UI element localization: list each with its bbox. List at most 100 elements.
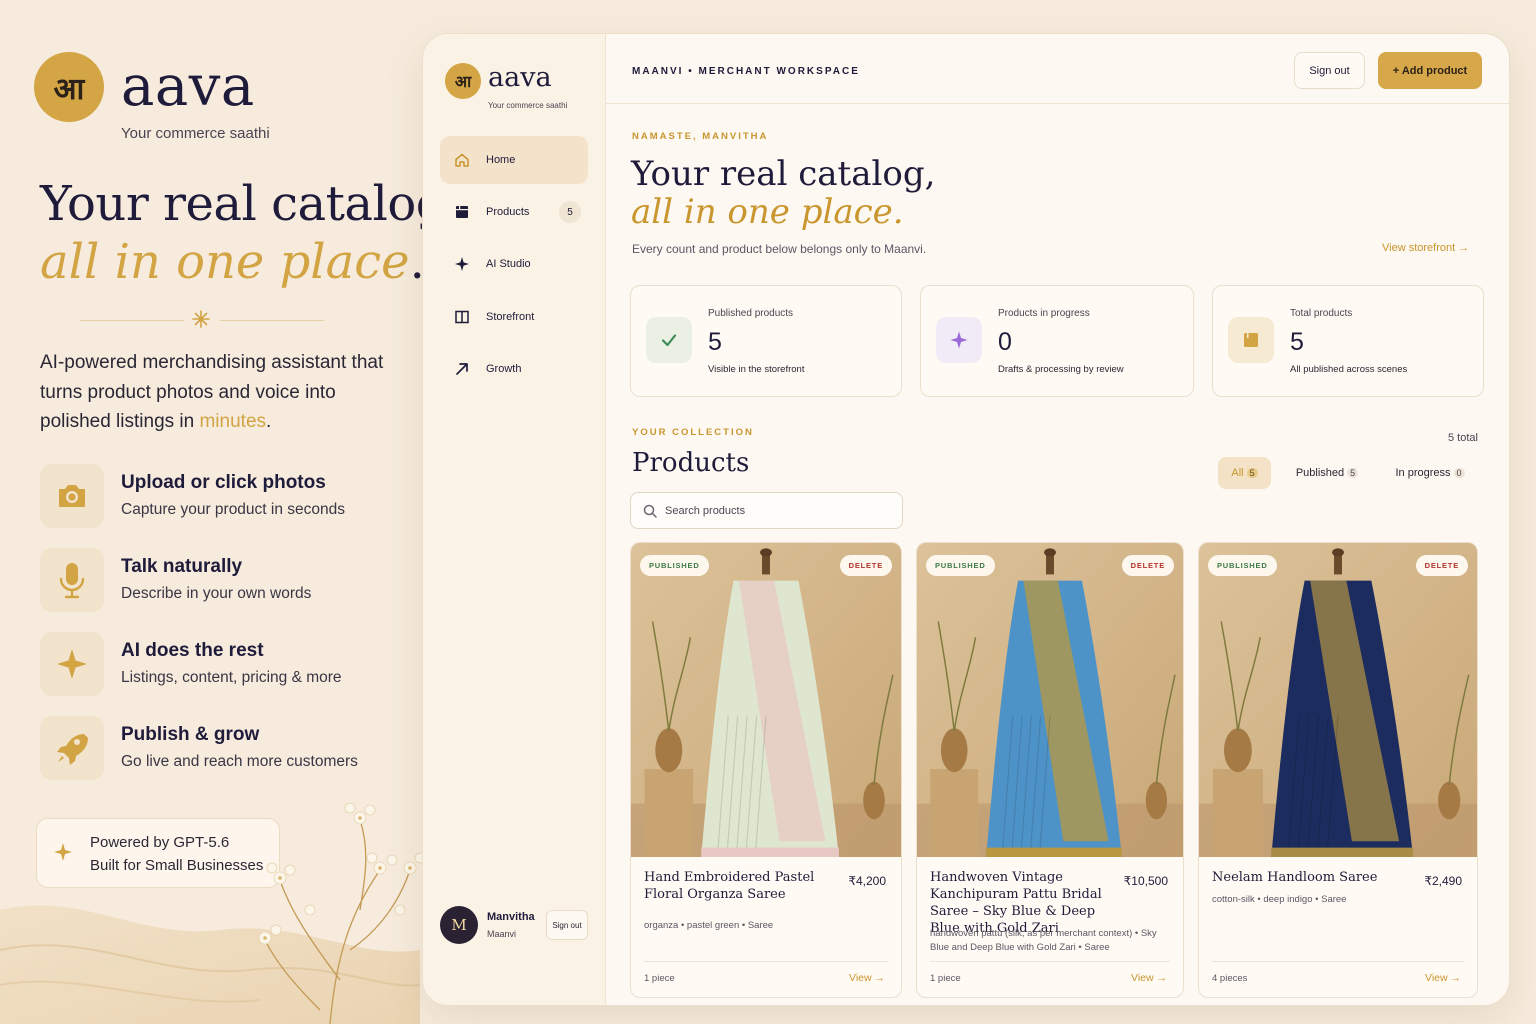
filter-in-progress[interactable]: In progress 0 — [1384, 457, 1476, 489]
stat-value: 0 — [998, 328, 1012, 356]
page-title-line2: all in one place. — [631, 192, 904, 232]
filter-label: In progress — [1395, 467, 1451, 479]
add-product-button[interactable]: + Add product — [1378, 52, 1482, 89]
page-subtitle: Every count and product below belongs on… — [632, 242, 927, 256]
vase — [1145, 781, 1168, 820]
rocket-icon — [40, 716, 104, 780]
check-icon — [646, 317, 692, 363]
collection-label: YOUR COLLECTION — [632, 427, 754, 438]
feature-subtitle: Listings, content, pricing & more — [121, 669, 342, 686]
delete-button[interactable]: DELETE — [1415, 555, 1468, 576]
view-product-link[interactable]: View → — [1131, 972, 1167, 984]
storefront-icon — [454, 309, 470, 325]
feature-upload: Upload or click photos Capture your prod… — [40, 464, 410, 530]
sparkle-icon — [936, 317, 982, 363]
user-name: Manvitha — [487, 911, 535, 923]
feature-title: Upload or click photos — [121, 472, 326, 493]
sidebar-item-label: Home — [486, 154, 516, 166]
product-card[interactable]: PUBLISHED DELETE Neelam Handloom Saree ₹… — [1198, 542, 1478, 998]
box-icon — [454, 204, 470, 220]
search-box — [630, 492, 903, 529]
filter-count: 5 — [1347, 468, 1359, 478]
divider-left — [80, 320, 184, 321]
sidebar-item-label: AI Studio — [486, 258, 531, 270]
saree-border — [1271, 847, 1414, 857]
feature-title: Publish & grow — [121, 724, 260, 745]
product-image — [631, 543, 901, 857]
search-input[interactable] — [665, 501, 895, 521]
powered-by-card: Powered by GPT-5.6 Built for Small Busin… — [36, 818, 280, 888]
hero-title-line2: all in one place. — [40, 234, 425, 290]
stat-label: Published products — [708, 308, 794, 319]
view-product-link[interactable]: View → — [1425, 972, 1461, 984]
sidebar-item-products[interactable]: Products 5 — [440, 188, 588, 236]
user-shop: Maanvi — [487, 929, 517, 939]
sidebar-item-storefront[interactable]: Storefront — [440, 293, 588, 341]
stat-value: 5 — [1290, 328, 1304, 356]
product-card[interactable]: PUBLISHED DELETE Hand Embroidered Pastel… — [630, 542, 902, 998]
product-image — [1199, 543, 1477, 857]
main-content: MAANVI • MERCHANT WORKSPACE Sign out + A… — [606, 34, 1509, 1005]
built-for-text: Built for Small Businesses — [90, 857, 264, 874]
view-storefront-link[interactable]: View storefront → — [1382, 242, 1469, 254]
sidebar-signout-button[interactable]: Sign out — [546, 910, 588, 940]
stat-note: All published across scenes — [1290, 364, 1408, 375]
published-badge: PUBLISHED — [1208, 555, 1277, 576]
feature-talk: Talk naturally Describe in your own word… — [40, 548, 410, 614]
sparkle-icon — [53, 842, 73, 868]
product-quantity: 4 pieces — [1212, 973, 1248, 984]
delete-button[interactable]: DELETE — [839, 555, 892, 576]
stat-in-progress: Products in progress 0 Drafts & processi… — [920, 285, 1194, 397]
filter-count: 0 — [1453, 468, 1465, 478]
sparkle-icon — [40, 632, 104, 696]
feature-title: Talk naturally — [121, 556, 243, 577]
saree-border — [986, 847, 1122, 857]
mic-icon — [40, 548, 104, 612]
divider-right — [220, 320, 324, 321]
collection-title: Products — [632, 448, 750, 478]
feature-subtitle: Capture your product in seconds — [121, 501, 346, 518]
lead-highlight: minutes — [199, 411, 267, 432]
signout-button[interactable]: Sign out — [1294, 52, 1365, 89]
collection-total: 5 total — [1448, 432, 1478, 444]
product-price: ₹4,200 — [848, 874, 886, 888]
stat-label: Total products — [1290, 308, 1353, 319]
product-quantity: 1 piece — [644, 973, 675, 984]
hero-title-italic: all in one place — [40, 234, 410, 290]
sidebar-item-ai-studio[interactable]: AI Studio — [440, 240, 588, 288]
view-product-link[interactable]: View → — [849, 972, 885, 984]
product-quantity: 1 piece — [930, 973, 961, 984]
product-title: Hand Embroidered Pastel Floral Organza S… — [644, 870, 815, 902]
filter-label: All — [1231, 467, 1244, 479]
sidebar-item-home[interactable]: Home — [440, 136, 588, 184]
vase — [1224, 728, 1252, 773]
filter-all[interactable]: All 5 — [1218, 457, 1271, 489]
feature-ai: AI does the rest Listings, content, pric… — [40, 632, 410, 698]
product-tags: handwoven pattu (silk, as per merchant c… — [930, 928, 1157, 953]
filter-published[interactable]: Published 5 — [1286, 457, 1368, 489]
lead-end: . — [266, 411, 272, 432]
vase — [863, 781, 885, 820]
filter-count: 5 — [1246, 468, 1258, 478]
arrow-up-right-icon — [454, 361, 470, 377]
product-title: Neelam Handloom Saree — [1212, 870, 1378, 885]
vase — [1438, 781, 1461, 820]
sparkle-icon — [454, 256, 470, 272]
feature-subtitle: Go live and reach more customers — [121, 753, 358, 770]
sparkle-icon — [190, 308, 212, 330]
brand-tagline: Your commerce saathi — [121, 125, 270, 142]
topbar: MAANVI • MERCHANT WORKSPACE Sign out + A… — [606, 34, 1509, 104]
sidebar-brand-name: aava — [488, 62, 552, 93]
product-card[interactable]: PUBLISHED DELETE Handwoven Vintage Kanch… — [916, 542, 1184, 998]
filter-label: Published — [1295, 467, 1345, 479]
box-icon — [1228, 317, 1274, 363]
delete-button[interactable]: DELETE — [1121, 555, 1174, 576]
sidebar-brand-badge: आ — [445, 63, 481, 99]
home-icon — [454, 152, 470, 168]
sidebar-item-growth[interactable]: Growth — [440, 345, 588, 393]
sidebar-item-label: Storefront — [486, 311, 535, 323]
mannequin-cap — [1044, 548, 1056, 557]
product-price: ₹2,490 — [1424, 874, 1462, 888]
marketing-panel: आ aava Your commerce saathi Your real ca… — [0, 0, 461, 1024]
plinth — [644, 769, 694, 857]
